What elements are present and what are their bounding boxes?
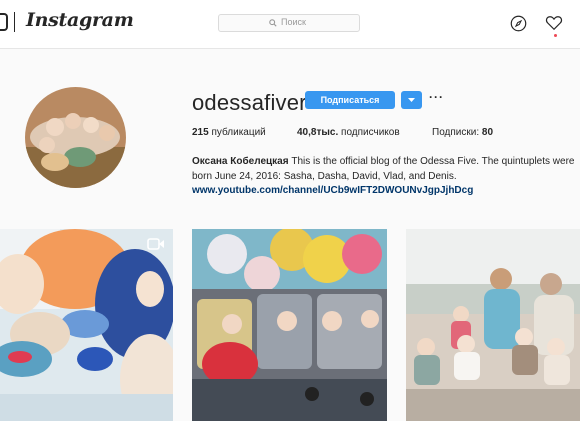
search-input[interactable]: Поиск <box>218 14 360 32</box>
follow-button[interactable]: Подписаться <box>305 91 395 109</box>
instagram-wordmark[interactable]: Instagram <box>26 9 134 31</box>
notification-dot <box>554 34 557 37</box>
post-thumbnail[interactable] <box>406 229 580 421</box>
following-stat[interactable]: Подписки: 80 <box>432 127 493 138</box>
post-thumbnail[interactable] <box>0 229 173 421</box>
posts-stat: 215 публикаций <box>192 127 266 138</box>
search-icon <box>269 19 277 27</box>
more-options-button[interactable]: ··· <box>429 90 444 104</box>
posts-count: 215 <box>192 127 209 138</box>
compass-icon[interactable] <box>510 15 527 32</box>
logo-divider <box>14 12 15 32</box>
triangle-down-icon <box>408 98 415 102</box>
following-label: Подписки: <box>432 127 480 138</box>
profile-website-link[interactable]: www.youtube.com/channel/UCb9wIFT2DWOUNvJ… <box>192 185 473 196</box>
profile-avatar[interactable] <box>25 87 126 188</box>
post-thumbnail[interactable] <box>192 229 387 421</box>
followers-count: 40,8тыс. <box>297 127 339 138</box>
video-icon <box>147 238 164 250</box>
top-navigation-bar: Instagram Поиск <box>0 0 580 49</box>
bio-line-2: born June 24, 2016: Sasha, Dasha, David,… <box>192 171 457 182</box>
heart-icon[interactable] <box>545 14 563 31</box>
search-placeholder: Поиск <box>281 17 306 27</box>
suggestions-dropdown-button[interactable] <box>401 91 422 109</box>
profile-username: odessafiver <box>192 90 307 115</box>
posts-label: публикаций <box>211 127 266 138</box>
followers-label: подписчиков <box>341 127 400 138</box>
profile-full-name: Оксана Кобелецкая <box>192 156 289 167</box>
instagram-camera-icon[interactable] <box>0 13 8 31</box>
following-count: 80 <box>481 127 494 138</box>
bio-line-1: This is the official blog of the Odessa … <box>291 156 575 167</box>
followers-stat[interactable]: 40,8тыс. подписчиков <box>297 127 400 138</box>
profile-bio: Оксана Кобелецкая This is the official b… <box>192 154 580 184</box>
